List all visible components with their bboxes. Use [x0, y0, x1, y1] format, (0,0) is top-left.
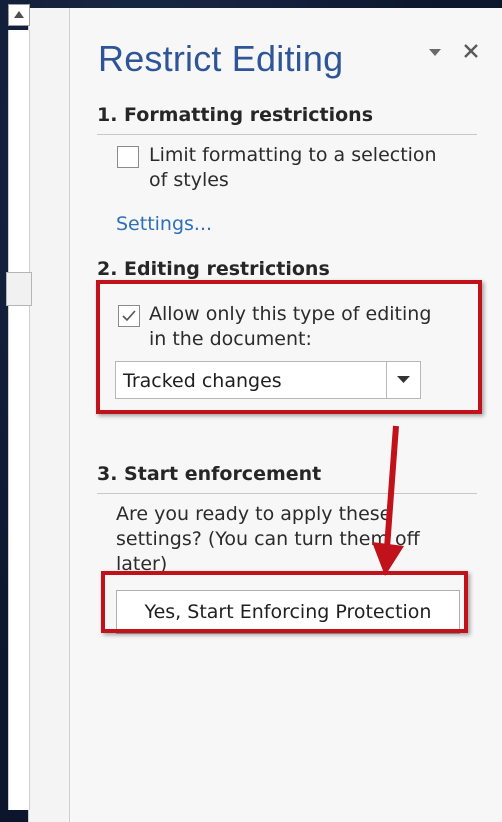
close-icon[interactable] — [458, 38, 484, 64]
pane-title: Restrict Editing — [98, 38, 344, 79]
restrict-editing-pane: Restrict Editing 1. Formatting restricti… — [69, 8, 502, 822]
scroll-up-button[interactable] — [8, 4, 30, 26]
enforce-button-highlight — [101, 571, 468, 633]
formatting-restrictions-heading: 1. Formatting restrictions — [97, 104, 374, 126]
section-divider — [97, 493, 477, 494]
section-divider — [97, 134, 477, 135]
limit-formatting-label-line1: Limit formatting to a selection — [149, 144, 437, 166]
scrollbar-track[interactable] — [8, 30, 30, 810]
pane-menu-icon[interactable] — [428, 48, 442, 58]
enforcement-text-line1: Are you ready to apply these — [116, 503, 392, 525]
settings-link[interactable]: Settings... — [116, 213, 212, 235]
limit-formatting-checkbox[interactable] — [117, 146, 139, 168]
limit-formatting-label-line2: of styles — [149, 169, 229, 191]
triangle-up-icon — [14, 11, 24, 18]
editing-restrictions-heading: 2. Editing restrictions — [97, 258, 330, 280]
document-scroll-area — [28, 8, 70, 822]
scrollbar-thumb[interactable] — [6, 272, 32, 306]
start-enforcement-heading: 3. Start enforcement — [97, 463, 322, 485]
annotation-arrow-icon — [372, 425, 404, 576]
editing-restrictions-highlight — [96, 280, 482, 414]
